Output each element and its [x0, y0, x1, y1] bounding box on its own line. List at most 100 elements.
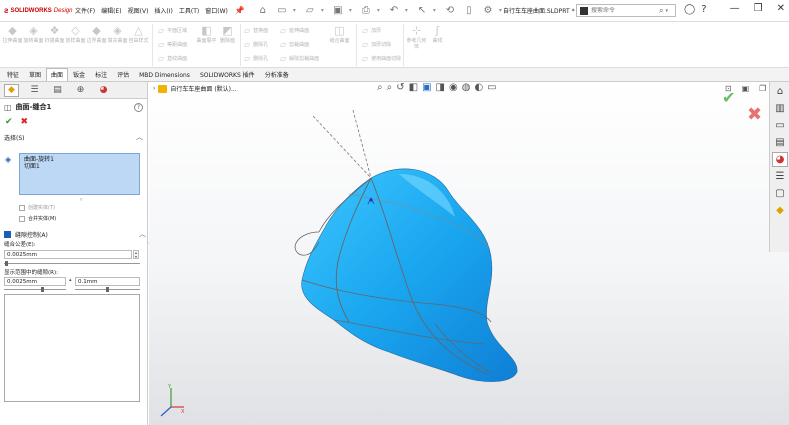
- property-manager-tab-icon[interactable]: ☰: [27, 84, 42, 97]
- merge-entities-option[interactable]: 合并实体(M): [19, 215, 56, 222]
- delete-hole-button-2[interactable]: ▱ 删除孔: [244, 54, 268, 63]
- solidworks-resources-icon[interactable]: ⌂: [772, 84, 788, 99]
- boundary-surface-button[interactable]: ◆ 边界曲面: [86, 24, 107, 44]
- range-spinner-icon[interactable]: ▴: [69, 277, 72, 283]
- trim-surface-button[interactable]: ▱ 剪裁曲面: [280, 40, 309, 49]
- ok-check-icon[interactable]: ✔: [5, 117, 13, 127]
- menu-window[interactable]: 窗口(W): [202, 6, 231, 15]
- learning-icon[interactable]: ◆: [772, 203, 788, 218]
- save-icon[interactable]: ▣: [330, 4, 346, 18]
- thicken-button[interactable]: ▱ 加厚: [362, 26, 381, 35]
- menu-edit[interactable]: 编辑(E): [98, 6, 124, 15]
- surface-flatten-button[interactable]: ◧ 曲面展平: [196, 24, 217, 44]
- tab-markup[interactable]: 标注: [90, 68, 112, 81]
- gap-control-checkbox[interactable]: [4, 230, 11, 238]
- tab-solidworks-addins[interactable]: SOLIDWORKS 插件: [195, 68, 260, 81]
- minimize-icon[interactable]: —: [730, 3, 740, 14]
- configuration-manager-tab-icon[interactable]: ▤: [50, 84, 65, 97]
- pin-icon[interactable]: 📌: [231, 6, 249, 15]
- open-folder-icon[interactable]: ▱: [302, 4, 318, 18]
- extruded-surface-button[interactable]: ◆ 拉伸曲面: [2, 24, 23, 44]
- design-library-icon[interactable]: ▥: [772, 101, 788, 116]
- menu-file[interactable]: 文件(F): [72, 6, 98, 15]
- merge-checkbox[interactable]: [19, 215, 25, 222]
- undo-dropdown-icon[interactable]: ▾: [405, 7, 408, 14]
- planar-surface-button[interactable]: ▱ 平面区域: [158, 26, 187, 35]
- graphics-area[interactable]: › 自行车车座曲面 (默认)... ⌕ ⌕ ↺ ◧ ▣ ◨ ◉ ◍ ◐ ▭ ⊡ …: [149, 82, 789, 425]
- file-explorer-icon[interactable]: ▭: [772, 118, 788, 133]
- undo-icon[interactable]: ↶: [386, 4, 402, 18]
- create-solid-option[interactable]: 创建实体(T): [19, 204, 55, 211]
- replace-face-button[interactable]: ▱ 替换面: [244, 26, 268, 35]
- tab-sheet-metal[interactable]: 钣金: [68, 68, 90, 81]
- thicken-cut-button[interactable]: ▱ 加厚切除: [362, 40, 391, 49]
- dimxpert-tab-icon[interactable]: ⊕: [73, 84, 88, 97]
- swept-surface-button[interactable]: ❖ 扫描曲面: [44, 24, 65, 44]
- select-dropdown-icon[interactable]: ▾: [433, 7, 436, 14]
- extend-surface-button[interactable]: ▱ 延伸曲面: [280, 26, 309, 35]
- menu-view[interactable]: 视图(V): [125, 6, 152, 15]
- cancel-x-icon[interactable]: ✖: [21, 117, 29, 127]
- lofted-surface-button[interactable]: ◇ 放样曲面: [65, 24, 86, 44]
- selection-section-header[interactable]: 选择(S) ︿: [0, 129, 147, 143]
- list-item[interactable]: 曲面-旋转1: [24, 156, 135, 163]
- search-input[interactable]: [591, 7, 659, 14]
- list-resize-handle-icon[interactable]: ▿: [80, 197, 83, 203]
- close-icon[interactable]: ✕: [777, 3, 785, 14]
- saddle-surface-model[interactable]: [149, 82, 789, 425]
- print-dropdown-icon[interactable]: ▾: [377, 7, 380, 14]
- tolerance-slider-thumb[interactable]: [5, 261, 8, 266]
- tab-features[interactable]: 特征: [2, 68, 24, 81]
- tolerance-spinner[interactable]: ▴ ▾: [133, 250, 139, 259]
- options-gear-icon[interactable]: ⚙: [480, 4, 496, 18]
- search-box[interactable]: ⌕ ▾: [576, 4, 676, 17]
- range-min-slider[interactable]: [4, 289, 66, 290]
- options-dropdown-icon[interactable]: ▾: [499, 7, 502, 14]
- menu-tools[interactable]: 工具(T): [176, 6, 202, 15]
- tab-surfaces[interactable]: 曲面: [46, 68, 69, 81]
- display-manager-tab-icon[interactable]: ◕: [96, 84, 111, 97]
- tab-mbd-dimensions[interactable]: MBD Dimensions: [134, 68, 195, 81]
- selection-list[interactable]: 曲面-旋转1 切面1: [19, 153, 140, 195]
- knit-surface-button[interactable]: ◫ 缝合曲面: [329, 24, 350, 44]
- open-dropdown-icon[interactable]: ▾: [321, 7, 324, 14]
- delete-hole-button[interactable]: ▱ 删除孔: [244, 40, 268, 49]
- search-dropdown-icon[interactable]: ▾: [665, 8, 668, 14]
- help-icon[interactable]: ?: [134, 102, 143, 112]
- feature-manager-tab-icon[interactable]: ◆: [4, 83, 19, 97]
- view-palette-icon[interactable]: ▤: [772, 135, 788, 150]
- menu-insert[interactable]: 插入(I): [151, 6, 175, 15]
- filled-surface-button[interactable]: ◈ 填充曲面: [107, 24, 128, 44]
- tab-evaluate[interactable]: 评估: [112, 68, 134, 81]
- chevron-up-icon[interactable]: ︿: [136, 132, 143, 142]
- solidworks-logo[interactable]: ƨ SOLIDWORKS Design: [0, 6, 72, 15]
- curves-button[interactable]: ʃ 曲线: [427, 24, 448, 50]
- tab-analysis-prep[interactable]: 分析准备: [260, 68, 294, 81]
- list-item[interactable]: 切面1: [24, 163, 135, 170]
- restore-icon[interactable]: ❐: [754, 3, 763, 14]
- new-doc-icon[interactable]: ▭: [274, 4, 290, 18]
- offset-surface-button[interactable]: ▱ 等距曲面: [158, 40, 187, 49]
- cut-with-surface-button[interactable]: ▱ 使用曲面切除: [362, 54, 401, 63]
- tolerance-slider-track[interactable]: [4, 263, 140, 264]
- tab-sketch[interactable]: 草图: [24, 68, 46, 81]
- select-arrow-icon[interactable]: ↖: [414, 4, 430, 18]
- range-min-thumb[interactable]: [41, 287, 44, 292]
- range-min-field[interactable]: 0.0025mm: [4, 277, 66, 286]
- freeform-button[interactable]: △ 自由样式: [128, 24, 149, 44]
- custom-properties-icon[interactable]: ☰: [772, 169, 788, 184]
- file-properties-icon[interactable]: ▯: [461, 4, 477, 18]
- search-icon[interactable]: ⌕: [659, 6, 663, 16]
- chevron-up-icon[interactable]: ︿: [139, 229, 146, 239]
- help-icon[interactable]: ?: [701, 4, 706, 15]
- gap-list-box[interactable]: [4, 294, 140, 402]
- new-dropdown-icon[interactable]: ▾: [293, 7, 296, 14]
- user-icon[interactable]: ◯: [684, 4, 695, 15]
- forum-icon[interactable]: ▢: [772, 186, 788, 201]
- home-icon[interactable]: ⌂: [255, 4, 271, 18]
- gap-control-header[interactable]: 缝隙控制(A) ︿: [4, 229, 146, 239]
- tolerance-field[interactable]: 0.0025mm: [4, 250, 132, 259]
- ruled-surface-button[interactable]: ▱ 直纹曲面: [158, 54, 187, 63]
- save-dropdown-icon[interactable]: ▾: [349, 7, 352, 14]
- rebuild-icon[interactable]: ⟲: [442, 4, 458, 18]
